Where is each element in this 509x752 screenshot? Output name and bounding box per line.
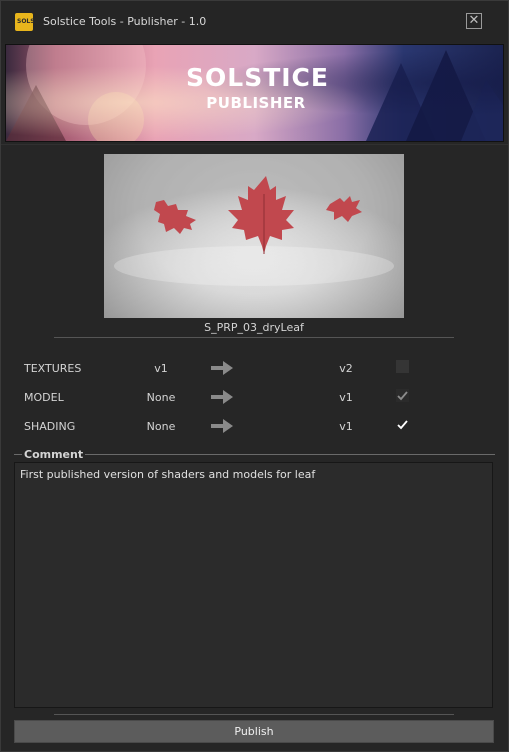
publisher-window: SOLS Solstice Tools - Publisher - 1.0 ✕ … (0, 0, 509, 752)
comment-text: First published version of shaders and m… (20, 468, 316, 481)
publish-checkbox[interactable] (396, 418, 409, 431)
footer-separator (54, 714, 454, 715)
publish-row-textures: TEXTURES v1 v2 (1, 357, 508, 381)
app-icon-text: SOLS (17, 18, 35, 25)
logo-line-2: PUBLISHER (206, 94, 306, 112)
publisher-banner: SOLSTICE PUBLISHER (5, 44, 504, 142)
solstice-logo: SOLSTICE PUBLISHER (186, 63, 329, 112)
dry-leaf-render (104, 154, 404, 318)
arrow-right-icon (211, 419, 233, 433)
arrow-right-icon (211, 361, 233, 375)
logo-line-1: SOLSTICE (186, 63, 329, 92)
publish-button[interactable]: Publish (14, 720, 494, 743)
comment-textarea[interactable] (14, 462, 493, 708)
checkmark-icon (397, 391, 408, 401)
solstice-app-icon: SOLS (15, 13, 35, 31)
current-version: None (146, 420, 176, 433)
next-version: v1 (339, 391, 353, 404)
window-title: Solstice Tools - Publisher - 1.0 (43, 15, 207, 28)
publish-checkbox[interactable] (396, 360, 409, 373)
comment-group-border (14, 454, 495, 455)
close-icon[interactable]: ✕ (466, 13, 482, 29)
asset-name-label: S_PRP_03_dryLeaf (204, 321, 304, 334)
row-label: SHADING (24, 420, 76, 433)
checkmark-icon (397, 420, 408, 430)
preview-separator (54, 337, 454, 338)
next-version: v1 (339, 420, 353, 433)
header-divider (1, 144, 508, 145)
comment-legend: Comment (22, 448, 86, 461)
row-label: MODEL (24, 391, 64, 404)
asset-preview-image (104, 154, 404, 318)
row-label: TEXTURES (24, 362, 82, 375)
current-version: None (146, 391, 176, 404)
publish-row-model: MODEL None v1 (1, 386, 508, 410)
next-version: v2 (339, 362, 353, 375)
publish-checkbox[interactable] (396, 389, 409, 402)
title-bar[interactable]: SOLS Solstice Tools - Publisher - 1.0 ✕ (1, 1, 508, 43)
publish-row-shading: SHADING None v1 (1, 415, 508, 439)
current-version: v1 (154, 362, 168, 375)
arrow-right-icon (211, 390, 233, 404)
